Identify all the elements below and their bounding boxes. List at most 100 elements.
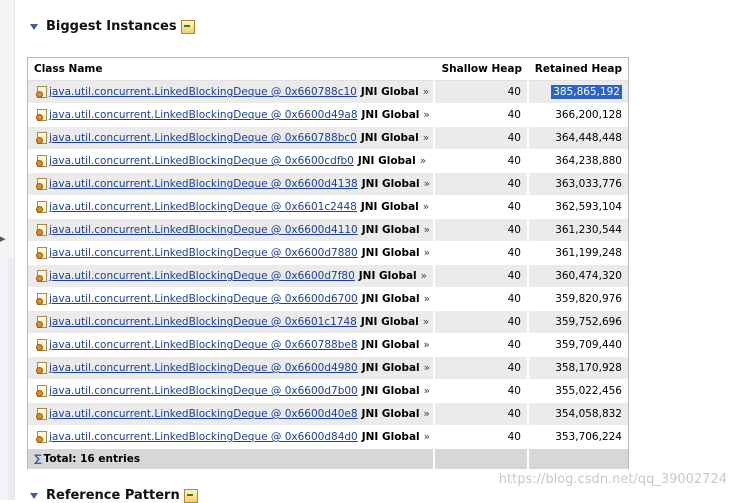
class-instance-link[interactable]: java.util.concurrent.LinkedBlockingDeque… — [49, 86, 357, 98]
table-row[interactable]: java.util.concurrent.LinkedBlockingDeque… — [28, 149, 628, 173]
chevron-icon[interactable]: » — [423, 339, 429, 351]
class-instance-link[interactable]: java.util.concurrent.LinkedBlockingDeque… — [49, 270, 355, 282]
chevron-icon[interactable]: » — [424, 178, 430, 190]
retained-heap-value: 363,033,776 — [555, 178, 622, 190]
column-header-shallow-heap[interactable]: Shallow Heap — [434, 58, 528, 81]
object-instance-icon — [36, 178, 47, 190]
chevron-icon[interactable]: » — [424, 431, 430, 443]
chevron-icon[interactable]: » — [423, 109, 429, 121]
table-row[interactable]: java.util.concurrent.LinkedBlockingDeque… — [28, 126, 628, 150]
class-name-cell[interactable]: java.util.concurrent.LinkedBlockingDeque… — [28, 126, 434, 150]
table-row[interactable]: java.util.concurrent.LinkedBlockingDeque… — [28, 218, 628, 242]
column-header-class-name[interactable]: Class Name — [28, 58, 434, 81]
shallow-heap-cell: 40 — [433, 287, 528, 311]
shallow-heap-cell: 40 — [433, 333, 528, 357]
class-instance-link[interactable]: java.util.concurrent.LinkedBlockingDeque… — [49, 293, 358, 305]
collapse-triangle-icon[interactable] — [30, 492, 38, 499]
table-row[interactable]: java.util.concurrent.LinkedBlockingDeque… — [28, 264, 628, 288]
jni-global-tag: JNI Global — [361, 408, 420, 420]
table-row[interactable]: java.util.concurrent.LinkedBlockingDeque… — [28, 425, 628, 449]
class-instance-link[interactable]: java.util.concurrent.LinkedBlockingDeque… — [49, 431, 358, 443]
class-instance-link[interactable]: java.util.concurrent.LinkedBlockingDeque… — [49, 408, 358, 420]
object-instance-icon — [36, 362, 47, 374]
class-name-cell[interactable]: java.util.concurrent.LinkedBlockingDeque… — [28, 379, 434, 403]
class-name-cell[interactable]: java.util.concurrent.LinkedBlockingDeque… — [28, 425, 434, 449]
class-name-cell[interactable]: java.util.concurrent.LinkedBlockingDeque… — [28, 264, 434, 288]
retained-heap-cell: 355,022,456 — [527, 379, 628, 403]
retained-heap-value: 361,230,544 — [555, 224, 622, 236]
object-instance-icon — [36, 270, 47, 282]
class-instance-link[interactable]: java.util.concurrent.LinkedBlockingDeque… — [49, 224, 358, 236]
table-row[interactable]: java.util.concurrent.LinkedBlockingDeque… — [28, 333, 628, 357]
class-name-cell[interactable]: java.util.concurrent.LinkedBlockingDeque… — [28, 333, 434, 357]
class-name-cell[interactable]: java.util.concurrent.LinkedBlockingDeque… — [28, 172, 434, 196]
column-header-retained-heap[interactable]: Retained Heap — [528, 58, 628, 81]
shallow-heap-cell: 40 — [433, 80, 528, 104]
table-row[interactable]: java.util.concurrent.LinkedBlockingDeque… — [28, 310, 628, 334]
chevron-icon[interactable]: » — [423, 316, 429, 328]
chevron-icon[interactable]: » — [424, 385, 430, 397]
chevron-icon[interactable]: » — [424, 247, 430, 259]
chevron-icon[interactable]: » — [424, 293, 430, 305]
biggest-instances-header[interactable]: Biggest Instances — [30, 19, 195, 34]
chevron-icon[interactable]: » — [420, 155, 426, 167]
class-instance-link[interactable]: java.util.concurrent.LinkedBlockingDeque… — [49, 247, 358, 259]
reference-pattern-title: Reference Pattern — [46, 488, 180, 503]
chevron-icon[interactable]: » — [423, 408, 429, 420]
table-row[interactable]: java.util.concurrent.LinkedBlockingDeque… — [28, 103, 628, 127]
chevron-icon[interactable]: » — [423, 86, 429, 98]
class-name-cell[interactable]: java.util.concurrent.LinkedBlockingDeque… — [28, 80, 434, 104]
class-name-cell[interactable]: java.util.concurrent.LinkedBlockingDeque… — [28, 195, 434, 219]
chevron-icon[interactable]: » — [421, 270, 427, 282]
class-instance-link[interactable]: java.util.concurrent.LinkedBlockingDeque… — [49, 385, 358, 397]
retained-heap-cell: 363,033,776 — [527, 172, 628, 196]
class-instance-link[interactable]: java.util.concurrent.LinkedBlockingDeque… — [49, 201, 357, 213]
table-row[interactable]: java.util.concurrent.LinkedBlockingDeque… — [28, 195, 628, 219]
table-row[interactable]: java.util.concurrent.LinkedBlockingDeque… — [28, 402, 628, 426]
chevron-icon[interactable]: » — [424, 362, 430, 374]
section-action-icon[interactable] — [180, 19, 195, 34]
table-total-row: ∑ Total: 16 entries — [28, 448, 628, 470]
class-name-cell[interactable]: java.util.concurrent.LinkedBlockingDeque… — [28, 218, 434, 242]
class-name-cell[interactable]: java.util.concurrent.LinkedBlockingDeque… — [28, 287, 434, 311]
retained-heap-value: 359,820,976 — [555, 293, 622, 305]
object-instance-icon — [36, 109, 47, 121]
class-instance-link[interactable]: java.util.concurrent.LinkedBlockingDeque… — [49, 178, 358, 190]
table-row[interactable]: java.util.concurrent.LinkedBlockingDeque… — [28, 356, 628, 380]
class-name-cell[interactable]: java.util.concurrent.LinkedBlockingDeque… — [28, 310, 434, 334]
class-instance-link[interactable]: java.util.concurrent.LinkedBlockingDeque… — [49, 362, 358, 374]
chevron-icon[interactable]: » — [423, 132, 429, 144]
retained-heap-value: 362,593,104 — [555, 201, 622, 213]
retained-heap-cell: 364,238,880 — [527, 149, 628, 173]
jni-global-tag: JNI Global — [360, 86, 419, 98]
table-row[interactable]: java.util.concurrent.LinkedBlockingDeque… — [28, 241, 628, 265]
class-instance-link[interactable]: java.util.concurrent.LinkedBlockingDeque… — [49, 109, 358, 121]
class-name-cell[interactable]: java.util.concurrent.LinkedBlockingDeque… — [28, 402, 434, 426]
chevron-icon[interactable]: » — [424, 224, 430, 236]
object-instance-icon — [36, 339, 47, 351]
class-instance-link[interactable]: java.util.concurrent.LinkedBlockingDeque… — [49, 316, 357, 328]
retained-heap-value: 364,238,880 — [555, 155, 622, 167]
collapse-triangle-icon[interactable] — [30, 23, 38, 30]
chevron-icon[interactable]: » — [423, 201, 429, 213]
class-instance-link[interactable]: java.util.concurrent.LinkedBlockingDeque… — [49, 155, 354, 167]
class-name-cell[interactable]: java.util.concurrent.LinkedBlockingDeque… — [28, 103, 434, 127]
class-name-cell[interactable]: java.util.concurrent.LinkedBlockingDeque… — [28, 356, 434, 380]
jni-global-tag: JNI Global — [361, 109, 420, 121]
table-row[interactable]: java.util.concurrent.LinkedBlockingDeque… — [28, 80, 628, 104]
left-expand-arrow-icon[interactable]: ▸ — [0, 232, 6, 245]
section-action-icon[interactable] — [183, 488, 198, 503]
table-row[interactable]: java.util.concurrent.LinkedBlockingDeque… — [28, 287, 628, 311]
table-row[interactable]: java.util.concurrent.LinkedBlockingDeque… — [28, 379, 628, 403]
class-name-cell[interactable]: java.util.concurrent.LinkedBlockingDeque… — [28, 241, 434, 265]
reference-pattern-header[interactable]: Reference Pattern — [30, 488, 198, 503]
shallow-heap-cell: 40 — [433, 310, 528, 334]
object-instance-icon — [36, 132, 47, 144]
shallow-heap-cell: 40 — [433, 379, 528, 403]
table-row[interactable]: java.util.concurrent.LinkedBlockingDeque… — [28, 172, 628, 196]
class-instance-link[interactable]: java.util.concurrent.LinkedBlockingDeque… — [49, 132, 357, 144]
class-name-cell[interactable]: java.util.concurrent.LinkedBlockingDeque… — [28, 149, 434, 173]
retained-heap-cell: 360,474,320 — [527, 264, 628, 288]
class-instance-link[interactable]: java.util.concurrent.LinkedBlockingDeque… — [49, 339, 358, 351]
retained-heap-cell: 358,170,928 — [527, 356, 628, 380]
